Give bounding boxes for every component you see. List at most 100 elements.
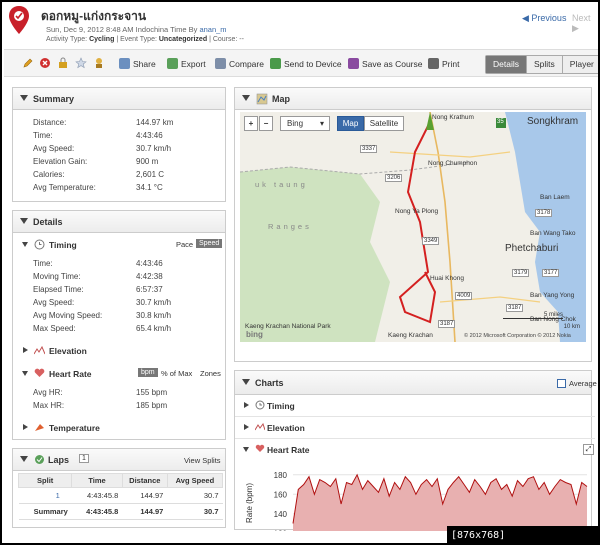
road-badge: 3349 <box>422 237 440 245</box>
summary-value: 4:43:46 <box>136 131 163 140</box>
activity-type-value[interactable]: Cycling <box>89 36 114 43</box>
col-distance[interactable]: Distance <box>121 473 168 488</box>
pace-toggle[interactable]: Pace <box>176 240 193 249</box>
cell: 144.97 <box>122 487 168 504</box>
timing-value: 65.4 km/h <box>136 324 172 333</box>
timing-label: Moving Time: <box>33 272 81 281</box>
privacy-icon[interactable] <box>57 57 69 69</box>
edit-icon[interactable] <box>22 57 34 69</box>
summary-header[interactable]: Summary <box>13 88 225 110</box>
send-to-device-button[interactable]: Send to Device <box>270 58 342 69</box>
previous-link[interactable]: ◀ Previous <box>522 13 566 24</box>
elevation-toggle-icon[interactable] <box>23 347 28 353</box>
map-header[interactable]: Map <box>235 88 591 110</box>
hr-label: Max HR: <box>33 401 65 410</box>
chart-row-timing[interactable]: Timing <box>235 395 595 417</box>
speed-toggle[interactable]: Speed <box>196 239 223 248</box>
clock-icon <box>255 400 265 410</box>
heart-icon <box>34 368 45 377</box>
laps-header[interactable]: Laps 1 View Splits <box>13 449 225 471</box>
map-label: Songkhram <box>527 116 579 127</box>
road-badge: 3337 <box>360 145 378 153</box>
heart-rate-toggle-icon[interactable] <box>22 371 28 376</box>
timing-value: 4:43:46 <box>136 259 163 268</box>
timing-label: Elapsed Time: <box>33 285 84 294</box>
map-icon <box>256 93 268 105</box>
laps-count-badge: 1 <box>79 454 89 463</box>
zones-toggle[interactable]: Zones <box>200 369 221 378</box>
chart-row-heart-rate[interactable]: Heart Rate ⤢ <box>235 439 595 461</box>
timing-value: 6:57:37 <box>136 285 163 294</box>
export-button[interactable]: Export <box>167 58 206 69</box>
favorite-star-icon[interactable] <box>75 57 87 69</box>
kudos-icon[interactable] <box>93 57 105 69</box>
map-label: Nong Krathum <box>432 114 474 121</box>
timing-label: Avg Moving Speed: <box>33 311 103 320</box>
summary-label: Calories: <box>33 170 65 179</box>
map-label: uk taung <box>255 180 308 189</box>
clock-icon <box>34 239 45 250</box>
chart-y-ticks: 120 140 160 180 <box>274 471 288 531</box>
export-label: Export <box>181 59 206 69</box>
export-icon <box>167 58 178 69</box>
activity-meta: Activity Type: Cycling | Event Type: Unc… <box>46 36 244 43</box>
charts-header[interactable]: Charts Average <box>235 371 597 395</box>
activity-date-text: Sun, Dec 9, 2012 8:48 AM Indochina Time … <box>46 25 198 34</box>
share-button[interactable]: Share <box>119 58 156 69</box>
map-type-map-button[interactable]: Map <box>337 116 364 131</box>
summary-label: Distance: <box>33 118 67 127</box>
laps-panel: Laps 1 View Splits Split Time Distance A… <box>12 448 226 528</box>
heart-rate-chart[interactable]: Rate (bpm) 120 140 160 180 <box>235 463 593 531</box>
col-avg-speed[interactable]: Avg Speed <box>166 473 224 488</box>
timing-section-title[interactable]: Timing <box>49 240 77 250</box>
activity-date: Sun, Dec 9, 2012 8:48 AM Indochina Time … <box>46 25 227 34</box>
summary-value: 2,601 C <box>136 170 165 179</box>
map-canvas[interactable]: Nong Krathum Songkhram Nong Chumphon Ban… <box>240 112 586 342</box>
map-label: Phetchaburi <box>505 243 559 254</box>
cell[interactable]: 1 <box>18 487 72 504</box>
save-as-course-button[interactable]: Save as Course <box>348 58 422 69</box>
average-checkbox[interactable] <box>557 379 566 388</box>
details-panel: Details Timing Pace Speed Time: 4:43:46 … <box>12 210 226 440</box>
activity-user-link[interactable]: anan_m <box>199 25 226 34</box>
heart-rate-section-title[interactable]: Heart Rate <box>49 369 92 379</box>
event-type-value[interactable]: Uncategorized <box>159 36 207 43</box>
cell: 4:43:45.8 <box>71 487 123 504</box>
zoom-in-button[interactable]: + <box>244 116 258 131</box>
timing-value: 30.7 km/h <box>136 298 172 307</box>
map-label: Huai Khong <box>430 275 464 282</box>
map-panel: Map Nong Krathum Songkhram Nong Chumphon… <box>234 87 592 362</box>
bpm-toggle[interactable]: bpm <box>138 368 158 377</box>
next-link[interactable]: Next ▶ <box>572 13 598 34</box>
expand-chart-icon[interactable]: ⤢ <box>583 444 594 455</box>
elevation-section-title[interactable]: Elevation <box>49 346 87 356</box>
map-label: Ban Laem <box>540 194 570 201</box>
timing-toggle-icon[interactable] <box>22 242 28 247</box>
zoom-out-button[interactable]: − <box>259 116 273 131</box>
table-row[interactable]: 1 4:43:45.8 144.97 30.7 <box>18 487 223 504</box>
chart-row-elevation[interactable]: Elevation <box>235 417 595 439</box>
percent-max-toggle[interactable]: % of Max <box>161 369 192 378</box>
event-type-label: | Event Type: <box>116 36 157 43</box>
print-icon <box>428 58 439 69</box>
compare-button[interactable]: Compare <box>215 58 264 69</box>
col-split[interactable]: Split <box>17 473 73 488</box>
temperature-toggle-icon[interactable] <box>23 424 28 430</box>
tab-splits[interactable]: Splits <box>527 56 563 73</box>
tab-player[interactable]: Player <box>563 56 598 73</box>
y-tick-label: 140 <box>274 510 288 519</box>
map-provider-select[interactable]: Bing ▾ <box>280 116 330 131</box>
delete-icon[interactable] <box>39 57 51 69</box>
details-header[interactable]: Details <box>13 211 225 233</box>
col-time[interactable]: Time <box>71 473 123 488</box>
temperature-section-title[interactable]: Temperature <box>49 423 100 433</box>
tab-details[interactable]: Details <box>486 56 527 73</box>
activity-title[interactable]: ดอกหมู-แก่งกระจาน <box>41 7 146 26</box>
map-label: Nong Ya Plong <box>395 208 439 215</box>
summary-value: 34.1 °C <box>136 183 163 192</box>
park-area <box>240 167 390 342</box>
map-type-satellite-button[interactable]: Satellite <box>364 116 404 131</box>
elevation-icon <box>34 346 45 355</box>
view-splits-link[interactable]: View Splits <box>184 456 221 465</box>
print-button[interactable]: Print <box>428 58 459 69</box>
